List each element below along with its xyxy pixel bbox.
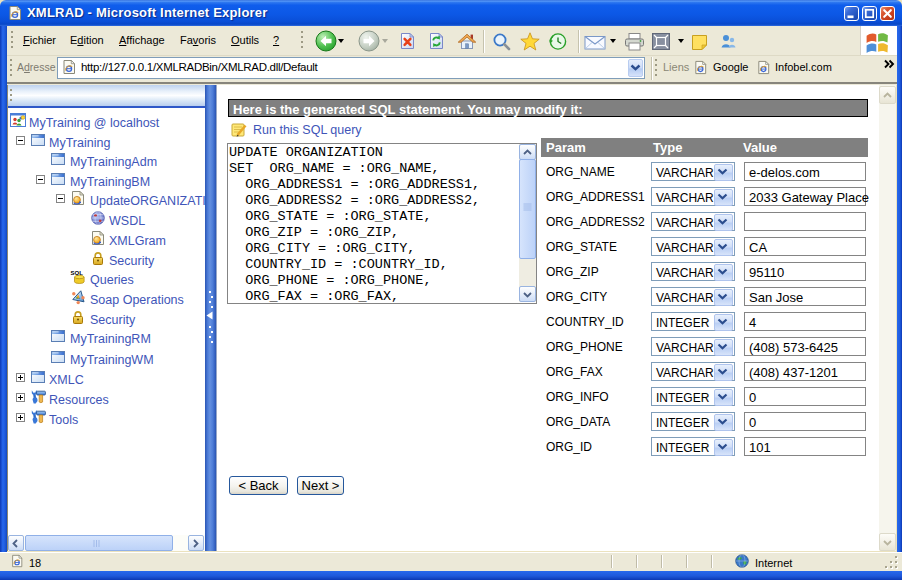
svg-text:SQL: SQL [71, 270, 84, 276]
